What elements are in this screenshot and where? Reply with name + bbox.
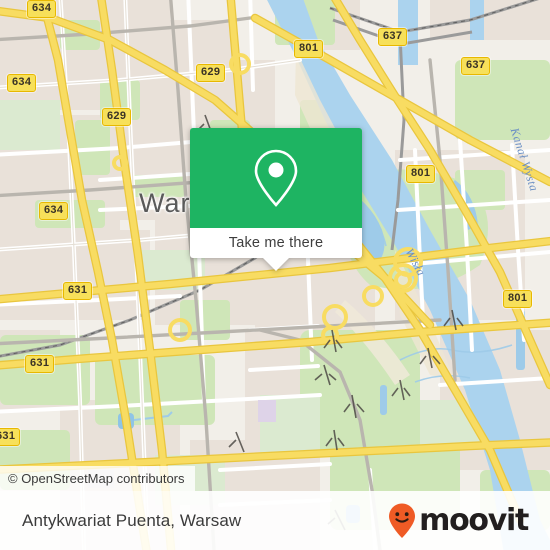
road-shield-801-b: 801 <box>406 165 436 183</box>
road-shield-631-a: 631 <box>63 282 93 300</box>
road-shield-629-b: 629 <box>102 108 132 126</box>
moovit-map-screenshot: Warsaw Wisła Kanał Wysta 634 634 629 629… <box>0 0 550 550</box>
bottom-info-bar: Antykwariat Puenta, Warsaw moovit <box>0 491 550 550</box>
moovit-pin-icon <box>389 503 416 538</box>
road-shield-631-c: 631 <box>0 428 21 446</box>
road-shield-801-a: 801 <box>294 40 324 58</box>
popup-tail-arrow <box>263 258 289 271</box>
road-shield-634-c: 634 <box>39 202 69 220</box>
place-title: Antykwariat Puenta, Warsaw <box>22 510 242 530</box>
road-shield-631-b: 631 <box>25 355 55 373</box>
take-me-there-button[interactable]: Take me there <box>190 228 362 258</box>
moovit-logo[interactable]: moovit <box>387 502 529 540</box>
take-me-there-popup[interactable]: Take me there <box>190 128 362 271</box>
map-pin-icon <box>254 149 298 207</box>
osm-attribution[interactable]: © OpenStreetMap contributors <box>0 466 195 491</box>
road-shield-637-a: 637 <box>378 28 408 46</box>
osm-attribution-text: © OpenStreetMap contributors <box>8 471 185 486</box>
popup-pin-area <box>190 128 362 228</box>
road-shield-634-b: 634 <box>7 74 37 92</box>
road-shield-801-c: 801 <box>503 290 533 308</box>
road-shield-629-a: 629 <box>196 64 226 82</box>
road-shield-634-a: 634 <box>27 0 57 18</box>
moovit-wordmark: moovit <box>419 502 529 538</box>
road-shield-637-b: 637 <box>461 57 491 75</box>
take-me-there-label: Take me there <box>228 235 324 251</box>
